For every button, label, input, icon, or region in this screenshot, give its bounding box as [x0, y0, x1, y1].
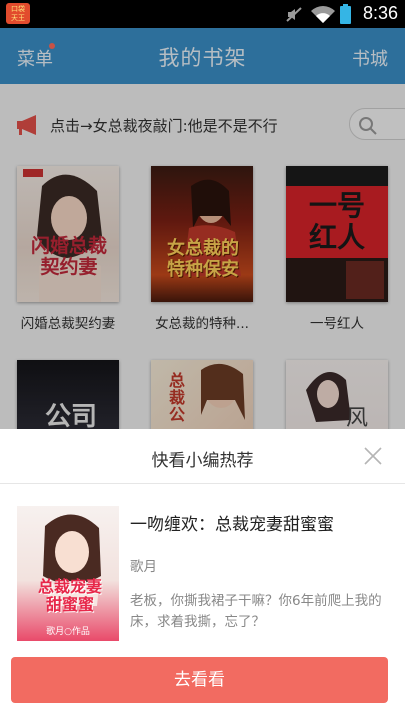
sheet-title: 快看小编热荐 [151, 451, 254, 471]
recommend-title[interactable]: 一吻缠欢：总裁宠妻甜蜜蜜 [130, 510, 334, 535]
recommend-description: 老板，你撕我裙子干嘛？你6年前爬上我的床，求着我撕，忘了？ [130, 593, 382, 630]
cover-author: 歌月○作品 [46, 627, 90, 637]
status-bar: 口袋 天王 8:36 [0, 0, 405, 28]
cover-art [43, 514, 101, 606]
app-badge-line-1: 口袋 [11, 5, 25, 13]
mute-icon [286, 7, 302, 22]
sheet-header: 快看小编热荐 [0, 429, 405, 484]
go-read-button[interactable]: 去看看 [11, 657, 388, 703]
close-icon[interactable] [363, 446, 383, 466]
cover-title-line: 甜蜜蜜 [45, 595, 94, 614]
status-time: 8:36 [362, 3, 398, 23]
overlay-dim-top[interactable] [0, 28, 405, 84]
recommend-author: 歌月 [130, 559, 157, 575]
overlay-dim[interactable] [0, 84, 405, 429]
recommend-sheet: 快看小编热荐 总裁宠妻 甜蜜蜜 歌月○作品 一吻缠欢：总裁宠妻甜蜜蜜 歌月 老板… [0, 429, 405, 719]
cover-title-line: 总裁宠妻 [37, 577, 102, 596]
wifi-icon [311, 6, 335, 24]
app-badge-icon: 口袋 天王 [6, 3, 30, 24]
recommend-cover[interactable]: 总裁宠妻 甜蜜蜜 歌月○作品 [17, 506, 119, 641]
battery-icon [340, 4, 351, 24]
app-badge-line-2: 天王 [11, 14, 25, 22]
cover-title: 总裁宠妻 甜蜜蜜 [21, 578, 119, 614]
